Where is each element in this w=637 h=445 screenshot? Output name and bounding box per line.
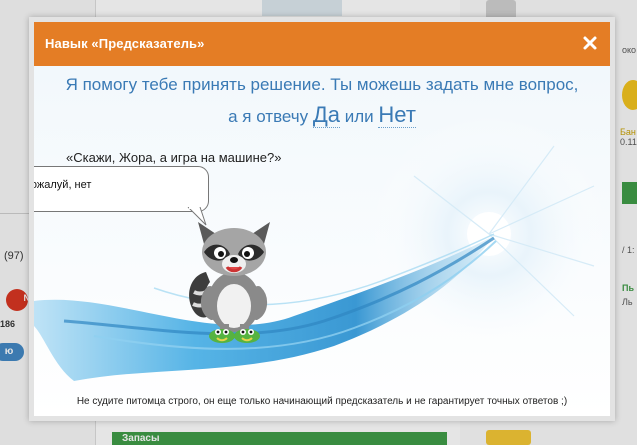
intro-line-1: Я помогу тебе принять решение. Ты можешь… xyxy=(65,75,579,94)
intro-text: Я помогу тебе принять решение. Ты можешь… xyxy=(34,70,610,132)
answer-text: Пожалуй, нет xyxy=(34,179,92,191)
question-text: «Скажи, Жора, а игра на машине?» xyxy=(66,150,282,165)
dialog-header: Навык «Предсказатель» xyxy=(34,22,610,66)
close-icon xyxy=(583,36,597,50)
predictor-dialog: Навык «Предсказатель» Я помогу тебе прин… xyxy=(29,17,615,421)
answer-yes-link[interactable]: Да xyxy=(312,102,341,128)
intro-line-2: а я отвечу Да или Нет xyxy=(34,100,610,132)
or-word: или xyxy=(344,107,374,126)
intro-prefix: а я отвечу xyxy=(228,107,309,126)
close-button[interactable] xyxy=(580,32,600,54)
disclaimer-text: Не судите питомца строго, он еще только … xyxy=(76,396,568,407)
dialog-body: Я помогу тебе принять решение. Ты можешь… xyxy=(34,66,610,416)
answer-no-link[interactable]: Нет xyxy=(378,102,416,128)
raccoon-mascot-icon xyxy=(189,222,270,343)
dialog-title: Навык «Предсказатель» xyxy=(45,36,205,51)
answer-speech-bubble: Пожалуй, нет xyxy=(34,166,209,212)
